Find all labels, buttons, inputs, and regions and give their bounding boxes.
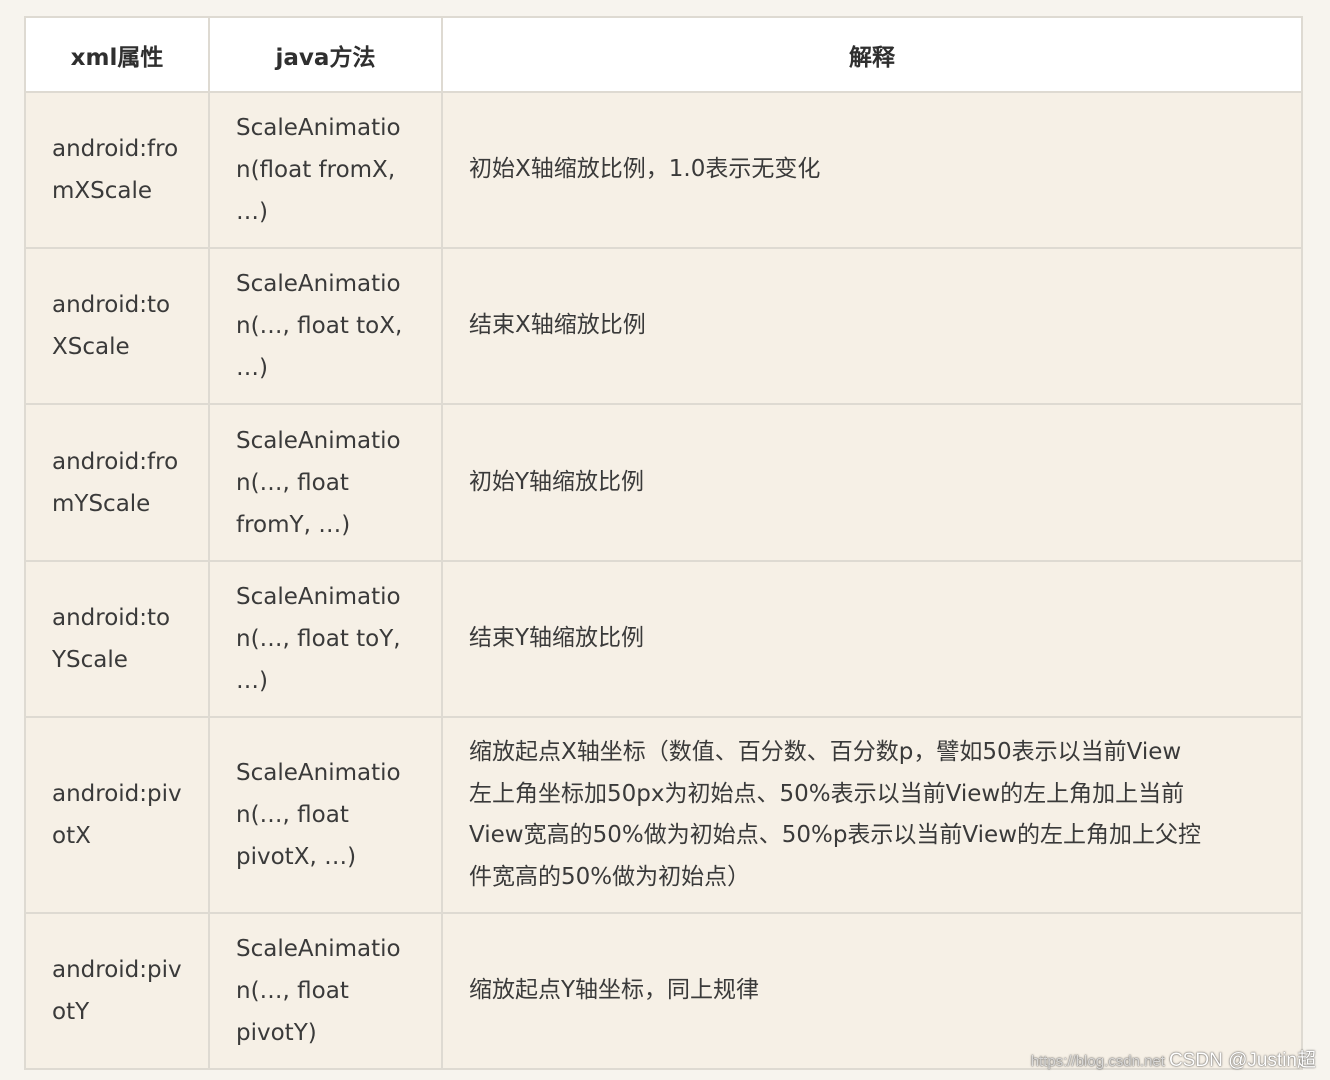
cell-line: ScaleAnimatio xyxy=(236,271,401,297)
cell-line: ScaleAnimatio xyxy=(236,936,401,962)
cell-line: 缩放起点Y轴坐标，同上规律 xyxy=(469,977,760,1004)
cell-line: View宽高的50%做为初始点、50%p表示以当前View的左上角加上父控 xyxy=(469,822,1202,848)
xml-attribute-cell: android:piv otX xyxy=(24,716,210,914)
cell-line: android:fro xyxy=(52,448,179,475)
cell-line: android:to xyxy=(52,605,171,631)
cell-line: 件宽高的50%做为初始点） xyxy=(469,863,751,890)
cell-line: otX xyxy=(52,823,91,849)
cell-line: …) xyxy=(236,199,268,225)
cell-line: n(…, float toX, xyxy=(236,313,403,339)
table-row: android:fro mXScale ScaleAnimatio n(floa… xyxy=(24,91,1303,249)
cell-line: 左上角坐标加50px为初始点、50%表示以当前View的左上角加上当前 xyxy=(469,780,1185,807)
cell-line: n(…, float xyxy=(236,802,349,828)
java-method-cell: ScaleAnimatio n(…, float pivotY) xyxy=(208,912,443,1070)
table-header-row: xml属性 java方法 解释 xyxy=(24,16,1303,93)
cell-line: …) xyxy=(236,668,268,694)
explanation-cell: 结束Y轴缩放比例 xyxy=(441,560,1303,718)
header-explanation: 解释 xyxy=(441,16,1303,93)
cell-line: n(…, float toY, xyxy=(236,626,401,652)
cell-line: android:piv xyxy=(52,957,182,983)
cell-line: android:fro xyxy=(52,136,179,162)
cell-line: ScaleAnimatio xyxy=(236,584,401,610)
cell-line: mXScale xyxy=(52,178,153,204)
cell-line: XScale xyxy=(52,334,130,360)
explanation-cell: 初始X轴缩放比例，1.0表示无变化 xyxy=(441,91,1303,249)
table-row: android:to XScale ScaleAnimatio n(…, flo… xyxy=(24,247,1303,405)
cell-line: ScaleAnimatio xyxy=(236,427,401,454)
cell-line: ScaleAnimatio xyxy=(236,760,401,786)
cell-line: pivotY) xyxy=(236,1020,317,1046)
xml-attribute-cell: android:to XScale xyxy=(24,247,210,405)
cell-line: n(…, float xyxy=(236,978,349,1004)
cell-line: 初始Y轴缩放比例 xyxy=(469,468,645,495)
java-method-cell: ScaleAnimatio n(…, float toX, …) xyxy=(208,247,443,405)
cell-line: …) xyxy=(236,355,268,381)
csdn-watermark: https://blog.csdn.net CSDN @Justin超 xyxy=(1031,1045,1316,1072)
watermark-text: CSDN @Justin超 xyxy=(1168,1050,1316,1071)
java-method-cell: ScaleAnimatio n(…, float pivotX, …) xyxy=(208,716,443,914)
cell-line: 结束X轴缩放比例 xyxy=(469,312,646,339)
cell-line: 结束Y轴缩放比例 xyxy=(469,625,645,652)
java-method-cell: ScaleAnimatio n(…, float toY, …) xyxy=(208,560,443,718)
explanation-cell: 初始Y轴缩放比例 xyxy=(441,403,1303,562)
header-java-method: java方法 xyxy=(208,16,443,93)
cell-line: n(…, float xyxy=(236,469,349,496)
explanation-cell: 结束X轴缩放比例 xyxy=(441,247,1303,405)
cell-line: ScaleAnimatio xyxy=(236,115,401,141)
scale-animation-attribute-table: xml属性 java方法 解释 android:fro mXScale Scal… xyxy=(24,16,1303,1070)
cell-line: otY xyxy=(52,999,90,1025)
xml-attribute-cell: android:to YScale xyxy=(24,560,210,718)
attribute-table-container: xml属性 java方法 解释 android:fro mXScale Scal… xyxy=(24,16,1303,1070)
table-row: android:to YScale ScaleAnimatio n(…, flo… xyxy=(24,560,1303,718)
cell-line: n(float fromX, xyxy=(236,157,396,183)
cell-line: android:to xyxy=(52,292,171,318)
watermark-url: https://blog.csdn.net xyxy=(1030,1053,1165,1070)
cell-line: mYScale xyxy=(52,490,151,517)
cell-line: 缩放起点X轴坐标（数值、百分数、百分数p，譬如50表示以当前View xyxy=(469,739,1182,765)
table-row: android:piv otX ScaleAnimatio n(…, float… xyxy=(24,716,1303,914)
header-xml-attribute: xml属性 xyxy=(24,16,210,93)
cell-line: fromY, …) xyxy=(236,511,351,538)
xml-attribute-cell: android:fro mYScale xyxy=(24,403,210,562)
cell-line: YScale xyxy=(52,647,128,673)
explanation-cell: 缩放起点X轴坐标（数值、百分数、百分数p，譬如50表示以当前View 左上角坐标… xyxy=(441,716,1303,914)
xml-attribute-cell: android:piv otY xyxy=(24,912,210,1070)
table-row: android:fro mYScale ScaleAnimatio n(…, f… xyxy=(24,403,1303,562)
xml-attribute-cell: android:fro mXScale xyxy=(24,91,210,249)
cell-line: android:piv xyxy=(52,781,182,807)
cell-line: 初始X轴缩放比例，1.0表示无变化 xyxy=(469,156,821,183)
java-method-cell: ScaleAnimatio n(…, float fromY, …) xyxy=(208,403,443,562)
cell-line: pivotX, …) xyxy=(236,844,357,870)
java-method-cell: ScaleAnimatio n(float fromX, …) xyxy=(208,91,443,249)
